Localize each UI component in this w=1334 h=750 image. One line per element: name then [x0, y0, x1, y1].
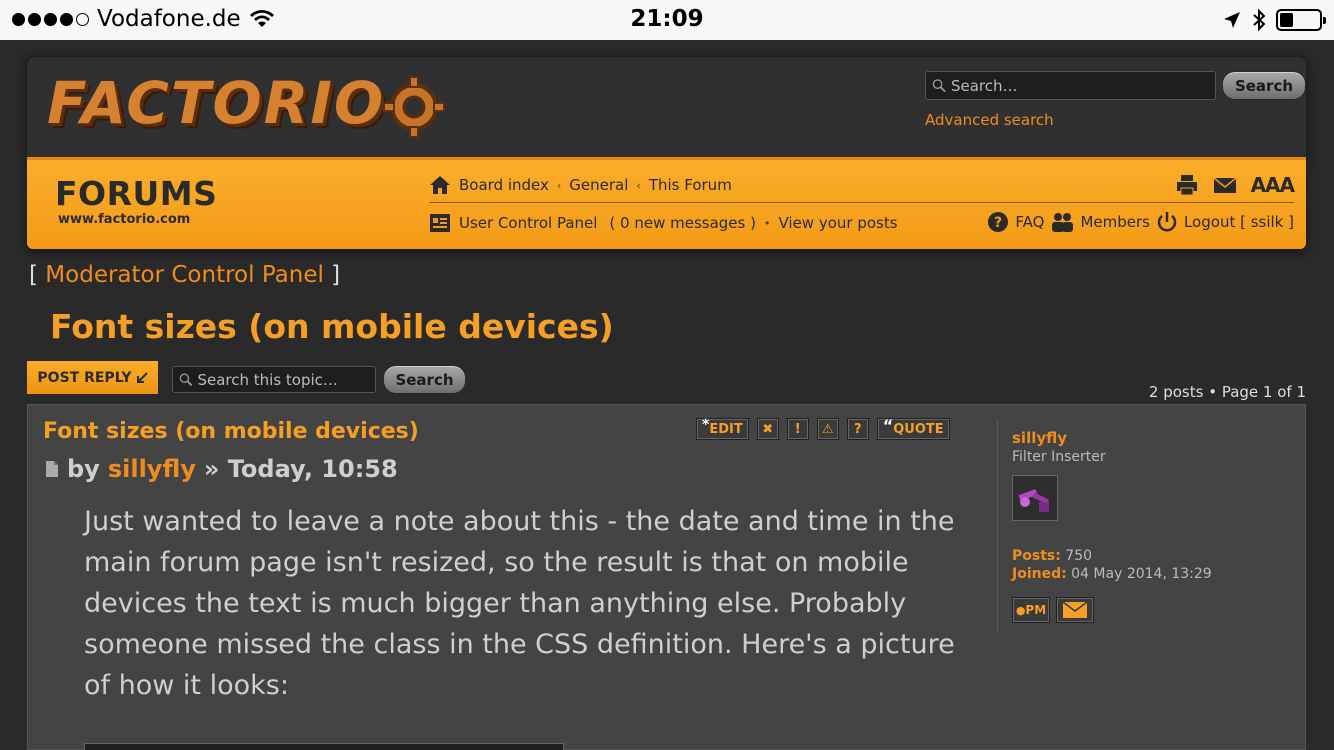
post-date: » Today, 10:58: [203, 455, 398, 483]
topic-search-field[interactable]: [172, 366, 376, 393]
pagination: 2 posts • Page 1 of 1: [1148, 383, 1306, 401]
avatar[interactable]: [1012, 475, 1058, 521]
bluetooth-icon: [1253, 8, 1266, 32]
post-icon[interactable]: [45, 460, 59, 478]
profile-username[interactable]: sillyfly: [1012, 429, 1287, 447]
joined-label: Joined:: [1012, 566, 1067, 582]
print-icon[interactable]: [1175, 173, 1199, 197]
forums-title[interactable]: FORUMS: [55, 174, 217, 213]
breadcrumb-board-index[interactable]: Board index: [459, 176, 549, 194]
gear-icon: [383, 76, 445, 138]
status-bar: Vodafone.de 21:09: [0, 0, 1334, 40]
email-icon[interactable]: [1213, 175, 1237, 195]
status-time: 21:09: [630, 6, 704, 32]
location-arrow-icon: [1224, 12, 1240, 28]
header-search-input[interactable]: [950, 76, 1215, 95]
profile-rank: Filter Inserter: [1012, 449, 1106, 465]
breadcrumb-separator: ‹: [636, 178, 641, 192]
reply-arrow-icon: [136, 371, 148, 383]
breadcrumb: Board index ‹ General ‹ This Forum: [429, 175, 732, 195]
user-nav: User Control Panel ( 0 new messages ) • …: [429, 213, 898, 233]
members-link[interactable]: Members: [1080, 213, 1150, 231]
post-subject[interactable]: Font sizes (on mobile devices): [43, 419, 419, 444]
members-icon: [1052, 213, 1074, 232]
info-button[interactable]: ?: [846, 418, 869, 440]
view-your-posts-link[interactable]: View your posts: [778, 214, 897, 232]
pm-person-icon: ●: [1015, 603, 1026, 617]
quote-button[interactable]: “QUOTE: [876, 415, 950, 440]
edit-button[interactable]: * EDIT: [696, 417, 749, 440]
post: Font sizes (on mobile devices) by sillyf…: [27, 404, 1306, 750]
quote-label: QUOTE: [893, 421, 944, 437]
nav-divider: [429, 202, 1294, 203]
profile-contact-buttons: ● PM: [1012, 597, 1287, 623]
status-right: [1222, 8, 1326, 32]
user-control-panel-icon: [430, 214, 450, 232]
quote-mark-icon: “: [882, 415, 894, 435]
new-messages-link[interactable]: ( 0 new messages ): [609, 214, 756, 232]
moderator-control-panel-link[interactable]: Moderator Control Panel: [45, 262, 324, 288]
battery-icon: [1276, 9, 1326, 31]
warn-button[interactable]: ⚠: [816, 418, 839, 440]
breadcrumb-general[interactable]: General: [569, 176, 628, 194]
report-button[interactable]: !: [786, 418, 809, 440]
posts-count[interactable]: 750: [1065, 548, 1092, 564]
svg-text:?: ?: [994, 215, 1002, 231]
email-button[interactable]: [1056, 597, 1094, 623]
delete-icon: ✖: [762, 421, 774, 437]
site-header: FACTORIO Search Advanced search: [27, 57, 1306, 157]
power-icon: [1157, 212, 1177, 232]
report-icon: !: [794, 421, 801, 437]
edit-star-icon: *: [702, 417, 710, 433]
pm-button[interactable]: ● PM: [1012, 597, 1050, 623]
factorio-logo[interactable]: FACTORIO: [47, 69, 467, 149]
home-icon: [430, 176, 450, 194]
header-search-field[interactable]: [925, 71, 1216, 100]
header-search-button[interactable]: Search: [1222, 71, 1306, 100]
post-byline: by sillyfly » Today, 10:58: [45, 455, 398, 483]
forums-url[interactable]: www.factorio.com: [58, 212, 190, 227]
post-attached-image[interactable]: [84, 743, 564, 750]
post-reply-button[interactable]: POST REPLY: [27, 361, 158, 394]
filter-inserter-icon: [1018, 489, 1050, 512]
profile-stats: Posts: 750 Joined: 04 May 2014, 13:29: [1012, 547, 1287, 583]
font-size-toggle[interactable]: AAA: [1251, 173, 1295, 197]
envelope-icon: [1062, 601, 1088, 618]
logo-text: FACTORIO: [47, 69, 386, 137]
logout-link[interactable]: Logout [ ssilk ]: [1184, 213, 1294, 231]
advanced-search-link[interactable]: Advanced search: [925, 111, 1054, 129]
breadcrumb-this-forum[interactable]: This Forum: [649, 176, 732, 194]
topic-search-button[interactable]: Search: [383, 365, 466, 394]
user-control-panel-link[interactable]: User Control Panel: [459, 214, 597, 232]
post-profile: sillyfly Filter Inserter Posts: 750 Join…: [997, 420, 1287, 634]
moderator-control-panel: [ Moderator Control Panel ]: [29, 262, 340, 288]
byline-by: by: [67, 455, 100, 483]
edit-label: EDIT: [709, 421, 743, 437]
post-reply-label: POST REPLY: [37, 369, 132, 386]
topic-search-input[interactable]: [197, 370, 375, 389]
delete-button[interactable]: ✖: [756, 418, 779, 440]
search-icon: [932, 78, 946, 92]
faq-link[interactable]: FAQ: [1015, 213, 1044, 231]
post-body: Just wanted to leave a note about this -…: [84, 506, 955, 701]
nav-tools: AAA: [1175, 173, 1295, 197]
page-title[interactable]: Font sizes (on mobile devices): [50, 307, 614, 346]
user-actions: ? FAQ Members Logout [ ssilk ]: [987, 211, 1294, 233]
breadcrumb-separator: ‹: [556, 178, 562, 192]
post-buttons: * EDIT ✖ ! ⚠ ? “QUOTE: [696, 415, 950, 440]
nav-bar: FORUMS www.factorio.com Board index ‹ Ge…: [27, 157, 1306, 249]
warning-icon: ⚠: [821, 421, 834, 437]
info-icon: ?: [853, 421, 862, 437]
bracket-close: ]: [323, 262, 341, 288]
bracket-open: [: [29, 262, 46, 288]
posts-label: Posts:: [1012, 548, 1061, 564]
post-author[interactable]: sillyfly: [108, 455, 196, 483]
nav-separator: •: [763, 216, 771, 230]
pm-label: PM: [1025, 603, 1047, 617]
joined-date: 04 May 2014, 13:29: [1071, 566, 1212, 582]
faq-icon: ?: [988, 212, 1009, 232]
search-icon: [179, 372, 193, 386]
